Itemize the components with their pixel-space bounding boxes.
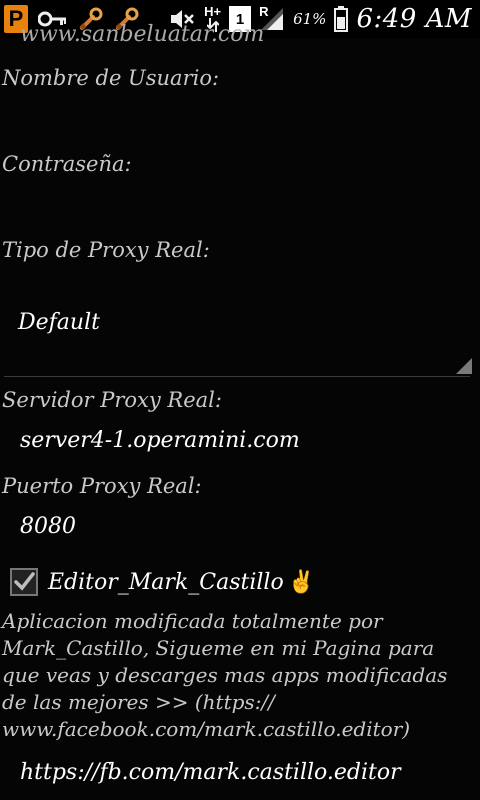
- username-field[interactable]: [0, 98, 480, 148]
- clock: 6:49 AM: [356, 4, 472, 34]
- proxy-type-label: Tipo de Proxy Real:: [2, 238, 210, 262]
- password-label: Contraseña:: [2, 152, 132, 176]
- battery-icon: [334, 6, 349, 32]
- description-text: Aplicacion modificada totalmente por Mar…: [2, 609, 448, 741]
- proxy-server-field[interactable]: server4-1.operamini.com: [20, 428, 300, 453]
- editor-checkbox-row[interactable]: Editor_Mark_Castillo ✌: [10, 562, 315, 602]
- previous-field-value: www.sanbeluatar.com: [20, 22, 265, 47]
- roaming-indicator: R: [259, 4, 269, 19]
- dropdown-underline: [4, 376, 470, 377]
- network-type: H+: [204, 4, 222, 19]
- proxy-type-dropdown[interactable]: Default: [4, 284, 474, 376]
- screen: P H+ 1 R 61% 6:49 AM www.sanbeluatar.com…: [0, 0, 480, 800]
- password-field[interactable]: [0, 184, 480, 234]
- victory-hand-icon: ✌: [287, 569, 316, 595]
- settings-form: www.sanbeluatar.com Nombre de Usuario: C…: [0, 22, 480, 800]
- facebook-link[interactable]: https://fb.com/mark.castillo.editor: [20, 760, 401, 785]
- proxy-server-label: Servidor Proxy Real:: [2, 388, 222, 412]
- proxy-port-field[interactable]: 8080: [20, 514, 76, 539]
- proxy-port-label: Puerto Proxy Real:: [2, 474, 202, 498]
- proxy-type-selected: Default: [18, 310, 100, 335]
- checkmark-icon: [14, 572, 35, 591]
- battery-percent: 61%: [293, 10, 327, 28]
- editor-checkbox-label: Editor_Mark_Castillo: [48, 569, 284, 595]
- username-label: Nombre de Usuario:: [2, 66, 220, 90]
- editor-checkbox[interactable]: [10, 568, 38, 596]
- dropdown-corner-icon: [456, 358, 472, 374]
